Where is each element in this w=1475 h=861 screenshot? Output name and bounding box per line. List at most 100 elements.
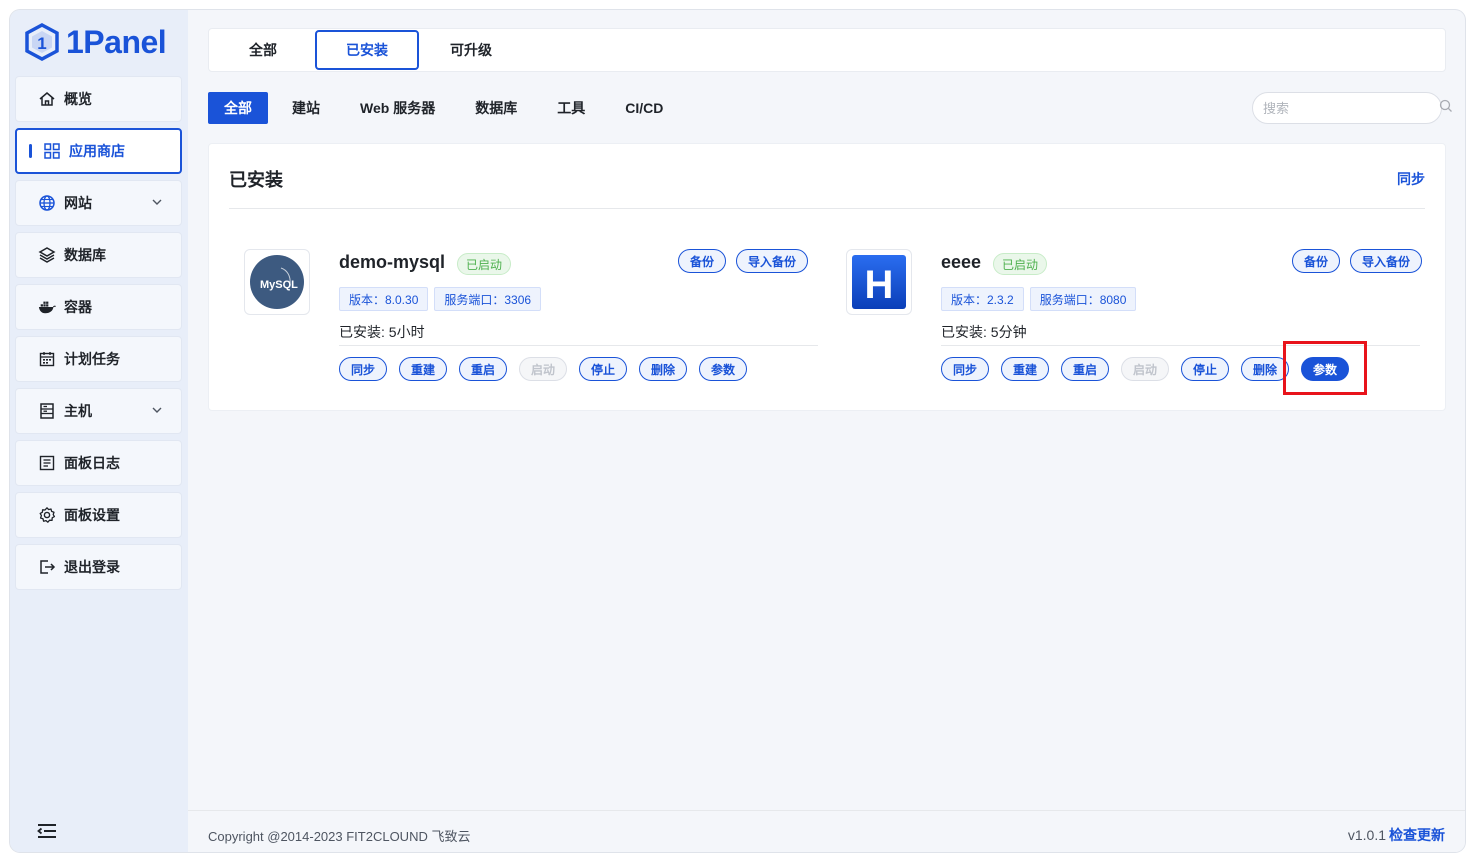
main-content: 全部 已安装 可升级 全部 建站 Web 服务器 数据库 工具 CI/CD 已安… <box>188 10 1465 852</box>
sidebar-item-label: 数据库 <box>64 245 106 265</box>
app-name: eeee <box>941 252 981 273</box>
sidebar: 1 1Panel 概览 应用商店 网站 <box>10 10 188 852</box>
backup-button[interactable]: 备份 <box>1292 249 1340 273</box>
category-web-server[interactable]: Web 服务器 <box>344 92 451 124</box>
sidebar-item-host[interactable]: 主机 <box>15 388 182 434</box>
start-button[interactable]: 启动 <box>519 357 567 381</box>
svg-text:MySQL: MySQL <box>260 279 298 291</box>
sidebar-item-cron[interactable]: 计划任务 <box>15 336 182 382</box>
svg-text:1: 1 <box>37 34 46 53</box>
port-tag: 服务端口：3306 <box>434 287 541 311</box>
top-tabs: 全部 已安装 可升级 <box>208 28 1446 72</box>
logo-text: 1Panel <box>66 24 166 61</box>
category-filter: 全部 建站 Web 服务器 数据库 工具 CI/CD <box>208 92 687 124</box>
sidebar-item-label: 面板设置 <box>64 505 120 525</box>
installed-time: 已安装: 5小时 <box>339 322 425 342</box>
version-tag: 版本：2.3.2 <box>941 287 1024 311</box>
search-box <box>1252 92 1442 124</box>
logout-icon <box>38 558 56 576</box>
stop-button[interactable]: 停止 <box>1181 357 1229 381</box>
collapse-menu-icon[interactable] <box>36 822 58 845</box>
version-tag: 版本：8.0.30 <box>339 287 428 311</box>
sidebar-item-label: 网站 <box>64 193 92 213</box>
sync-button[interactable]: 同步 <box>339 357 387 381</box>
restart-button[interactable]: 重启 <box>1061 357 1109 381</box>
import-backup-button[interactable]: 导入备份 <box>736 249 808 273</box>
category-website[interactable]: 建站 <box>276 92 336 124</box>
sidebar-item-logout[interactable]: 退出登录 <box>15 544 182 590</box>
delete-button[interactable]: 删除 <box>1241 357 1289 381</box>
server-icon <box>38 402 56 420</box>
app-window: 1 1Panel 概览 应用商店 网站 <box>10 10 1465 852</box>
sidebar-item-label: 面板日志 <box>64 453 120 473</box>
app-name: demo-mysql <box>339 252 445 273</box>
sidebar-item-label: 概览 <box>64 89 92 109</box>
tab-installed[interactable]: 已安装 <box>315 30 419 70</box>
sync-button[interactable]: 同步 <box>941 357 989 381</box>
category-cicd[interactable]: CI/CD <box>609 92 679 124</box>
chevron-down-icon <box>151 195 163 211</box>
logo[interactable]: 1 1Panel <box>24 22 166 62</box>
highlight-box <box>1283 341 1367 395</box>
version-info: v1.0.1检查更新 <box>1348 825 1445 845</box>
category-all[interactable]: 全部 <box>208 92 268 124</box>
sidebar-item-label: 主机 <box>64 401 92 421</box>
sidebar-item-website[interactable]: 网站 <box>15 180 182 226</box>
sidebar-item-container[interactable]: 容器 <box>15 284 182 330</box>
home-icon <box>38 90 56 108</box>
installed-time: 已安装: 5分钟 <box>941 322 1027 342</box>
params-button[interactable]: 参数 <box>699 357 747 381</box>
category-tools[interactable]: 工具 <box>541 92 601 124</box>
docker-icon <box>38 298 56 316</box>
category-database[interactable]: 数据库 <box>459 92 533 124</box>
divider <box>229 208 1425 209</box>
copyright-text: Copyright @2014-2023 FIT2CLOUND 飞致云 <box>208 826 470 845</box>
start-button[interactable]: 启动 <box>1121 357 1169 381</box>
backup-button[interactable]: 备份 <box>678 249 726 273</box>
chevron-down-icon <box>151 403 163 419</box>
logo-icon: 1 <box>24 23 60 61</box>
sidebar-item-panel-settings[interactable]: 面板设置 <box>15 492 182 538</box>
rebuild-button[interactable]: 重建 <box>399 357 447 381</box>
svg-text:H: H <box>865 263 894 307</box>
card-top-actions: 备份 导入备份 <box>1282 249 1422 273</box>
halo-icon: H <box>846 249 912 315</box>
tab-all[interactable]: 全部 <box>211 30 315 70</box>
calendar-icon <box>38 350 56 368</box>
stop-button[interactable]: 停止 <box>579 357 627 381</box>
globe-icon <box>38 194 56 212</box>
divider <box>339 345 818 346</box>
sync-all-button[interactable]: 同步 <box>1397 169 1425 189</box>
gear-icon <box>38 506 56 524</box>
sidebar-item-panel-log[interactable]: 面板日志 <box>15 440 182 486</box>
footer: Copyright @2014-2023 FIT2CLOUND 飞致云 v1.0… <box>188 810 1465 852</box>
sidebar-item-app-store[interactable]: 应用商店 <box>15 128 182 174</box>
sidebar-menu: 概览 应用商店 网站 数据库 <box>15 76 182 596</box>
import-backup-button[interactable]: 导入备份 <box>1350 249 1422 273</box>
sidebar-item-label: 计划任务 <box>64 349 120 369</box>
search-icon[interactable] <box>1439 99 1453 118</box>
delete-button[interactable]: 删除 <box>639 357 687 381</box>
sidebar-item-database[interactable]: 数据库 <box>15 232 182 278</box>
app-tags: 版本：8.0.30 服务端口：3306 <box>339 287 547 311</box>
layers-icon <box>38 246 56 264</box>
restart-button[interactable]: 重启 <box>459 357 507 381</box>
mysql-icon: MySQL <box>244 249 310 315</box>
installed-panel: 已安装 同步 MySQL demo-mysql 已启动 备份 导入备份 <box>208 143 1446 411</box>
status-badge: 已启动 <box>457 253 511 275</box>
sidebar-item-label: 应用商店 <box>69 141 125 161</box>
port-tag: 服务端口：8080 <box>1030 287 1137 311</box>
app-card-demo-mysql: MySQL demo-mysql 已启动 备份 导入备份 版本：8.0.30 服… <box>244 249 818 389</box>
sidebar-item-overview[interactable]: 概览 <box>15 76 182 122</box>
sidebar-item-label: 退出登录 <box>64 557 120 577</box>
panel-title: 已安装 <box>229 166 283 192</box>
card-top-actions: 备份 导入备份 <box>668 249 808 273</box>
card-actions: 同步 重建 重启 启动 停止 删除 参数 <box>339 357 759 381</box>
rebuild-button[interactable]: 重建 <box>1001 357 1049 381</box>
app-tags: 版本：2.3.2 服务端口：8080 <box>941 287 1142 311</box>
log-icon <box>38 454 56 472</box>
check-update-link[interactable]: 检查更新 <box>1389 827 1445 843</box>
status-badge: 已启动 <box>993 253 1047 275</box>
search-input[interactable] <box>1263 101 1439 116</box>
tab-upgradable[interactable]: 可升级 <box>419 30 523 70</box>
